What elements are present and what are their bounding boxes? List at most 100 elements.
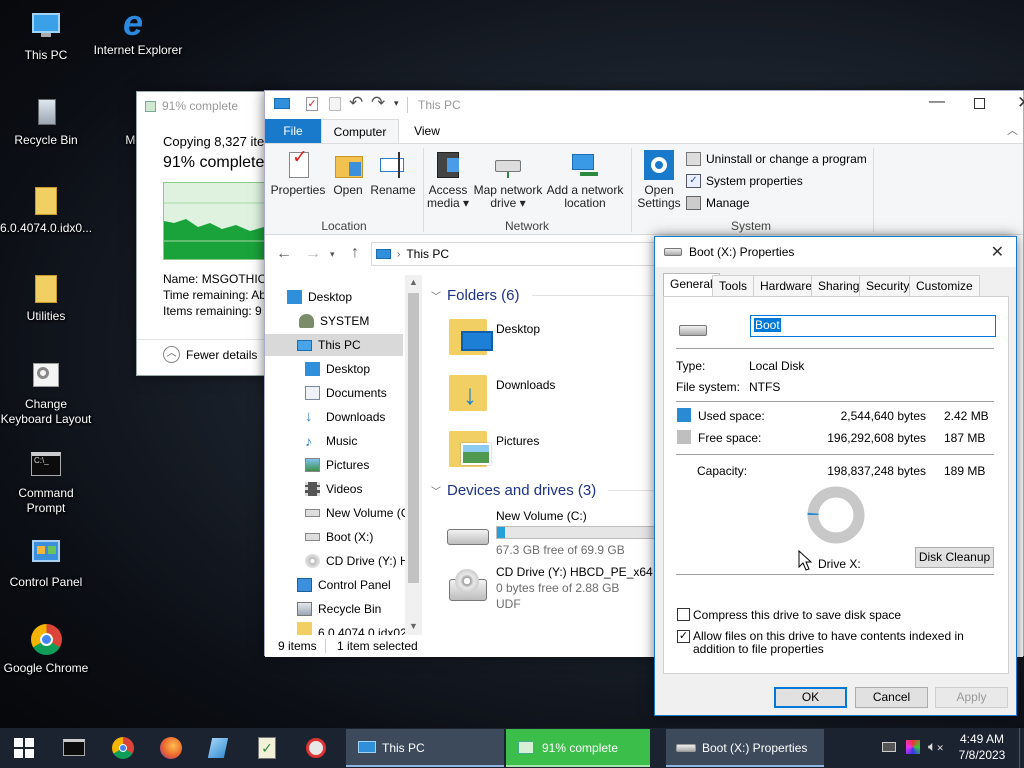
folder-tile-desktop[interactable]: Desktop bbox=[449, 313, 649, 363]
taskbar-app-tools[interactable] bbox=[292, 728, 340, 768]
start-button[interactable] bbox=[0, 728, 48, 768]
properties-button[interactable]: ✓ Properties bbox=[269, 148, 327, 197]
tray-network-icon[interactable] bbox=[882, 742, 896, 752]
nav-item-videos[interactable]: Videos bbox=[305, 478, 362, 500]
desktop-icon-change-keyboard-layout[interactable]: Change Keyboard Layout bbox=[0, 359, 92, 427]
taskbar-task-this-pc[interactable]: This PC bbox=[346, 729, 504, 767]
tab-file[interactable]: File bbox=[265, 119, 321, 144]
undo-icon[interactable]: ↶ bbox=[349, 93, 363, 113]
hard-drive-icon bbox=[305, 509, 320, 517]
map-network-drive-button[interactable]: Map network drive ▾ bbox=[471, 150, 545, 210]
rename-button[interactable]: Rename bbox=[369, 150, 417, 197]
desktop-icon-command-prompt[interactable]: C:\_ Command Prompt bbox=[0, 448, 92, 516]
compress-checkbox[interactable] bbox=[677, 608, 690, 621]
desktop-icon-utilities[interactable]: Utilities bbox=[0, 271, 92, 324]
scroll-up-icon[interactable]: ▲ bbox=[409, 277, 418, 287]
desktop-icon-recycle-bin[interactable]: Recycle Bin bbox=[0, 95, 92, 148]
recent-locations-icon[interactable]: ▾ bbox=[330, 249, 335, 260]
tab-computer[interactable]: Computer bbox=[321, 119, 399, 144]
open-button[interactable]: Open bbox=[327, 150, 369, 197]
redo-icon[interactable]: ↷ bbox=[371, 93, 385, 113]
maximize-button[interactable] bbox=[974, 98, 985, 109]
index-checkbox[interactable]: ✓ bbox=[677, 630, 690, 643]
ok-button[interactable]: OK bbox=[774, 687, 847, 708]
nav-item-new-volume-c[interactable]: New Volume (C bbox=[305, 502, 409, 524]
folders-group-header[interactable]: ﹀ Folders (6) bbox=[431, 287, 682, 304]
drive-tile-new-volume-c[interactable]: New Volume (C:) 67.3 GB free of 69.9 GB bbox=[445, 509, 686, 561]
qat-dropdown-icon[interactable]: ▾ bbox=[394, 98, 399, 109]
tab-view[interactable]: View bbox=[399, 119, 455, 143]
uninstall-program-button[interactable]: Uninstall or change a program bbox=[686, 152, 867, 166]
group-label-network: Network bbox=[504, 219, 549, 233]
drives-group-header[interactable]: ﹀ Devices and drives (3) bbox=[431, 482, 669, 499]
uninstall-label: Uninstall or change a program bbox=[706, 152, 867, 166]
manage-button[interactable]: Manage bbox=[686, 196, 749, 210]
tab-security[interactable]: Security bbox=[859, 275, 917, 296]
nav-item-downloads[interactable]: ↓ Downloads bbox=[305, 406, 385, 428]
taskbar-app-notepad[interactable]: ✓ bbox=[244, 728, 288, 768]
taskbar-firefox[interactable] bbox=[148, 728, 192, 768]
show-desktop-button[interactable] bbox=[1019, 728, 1024, 768]
desktop-icon-control-panel[interactable]: Control Panel bbox=[0, 537, 92, 590]
minimize-button[interactable]: — bbox=[929, 93, 945, 111]
system-properties-button[interactable]: ✓ System properties bbox=[686, 174, 803, 188]
up-arrow-icon[interactable]: ↑ bbox=[351, 244, 359, 262]
nav-item-idx-folder[interactable]: 6.0.4074.0.idx02 bbox=[297, 622, 407, 635]
scroll-thumb[interactable] bbox=[408, 293, 419, 583]
disk-cleanup-button[interactable]: Disk Cleanup bbox=[915, 547, 994, 568]
nav-item-documents[interactable]: Documents bbox=[305, 382, 387, 404]
nav-scrollbar[interactable]: ▲ ▼ bbox=[405, 275, 422, 635]
taskbar-command-prompt[interactable] bbox=[52, 728, 96, 768]
map-network-drive-label: Map network drive ▾ bbox=[473, 183, 543, 210]
taskbar-task-copy-progress[interactable]: 91% complete bbox=[506, 729, 650, 767]
drive-name-input[interactable]: Boot bbox=[750, 315, 996, 337]
apply-button[interactable]: Apply bbox=[935, 687, 1008, 708]
forward-arrow-icon[interactable]: → bbox=[305, 245, 321, 263]
taskbar-chrome[interactable] bbox=[100, 728, 144, 768]
nav-item-this-pc[interactable]: This PC bbox=[297, 334, 361, 356]
nav-item-desktop[interactable]: Desktop bbox=[305, 358, 370, 380]
folder-tile-pictures[interactable]: Pictures bbox=[449, 425, 649, 475]
tab-customize[interactable]: Customize bbox=[909, 275, 980, 296]
scroll-down-icon[interactable]: ▼ bbox=[409, 621, 418, 631]
nav-item-control-panel[interactable]: Control Panel bbox=[297, 574, 391, 596]
taskbar-task-boot-properties[interactable]: Boot (X:) Properties bbox=[666, 729, 824, 767]
add-network-location-button[interactable]: Add a network location bbox=[545, 150, 625, 210]
desktop-icon-google-chrome[interactable]: Google Chrome bbox=[0, 623, 92, 676]
taskbar-app-blue[interactable] bbox=[196, 728, 240, 768]
properties-titlebar[interactable]: Boot (X:) Properties ✕ bbox=[655, 237, 1016, 267]
ribbon-collapse-icon[interactable]: ︿ bbox=[1007, 122, 1018, 138]
tab-hardware[interactable]: Hardware bbox=[753, 275, 820, 296]
command-prompt-icon: C:\_ bbox=[29, 448, 63, 482]
back-arrow-icon[interactable]: ← bbox=[276, 245, 292, 263]
close-button[interactable]: ✕ bbox=[1017, 93, 1024, 113]
nav-item-cd-drive-y[interactable]: CD Drive (Y:) H bbox=[305, 550, 409, 572]
desktop-icon-this-pc[interactable]: This PC bbox=[0, 10, 92, 63]
folder-tile-downloads[interactable]: ↓ Downloads bbox=[449, 369, 649, 419]
tray-volume-muted-icon[interactable]: 🔈︎✕ bbox=[928, 738, 944, 755]
drive-tile-cd-drive-y[interactable]: CD Drive (Y:) HBCD_PE_x64 0 bytes free o… bbox=[445, 565, 685, 621]
zip-folder-icon bbox=[29, 183, 63, 217]
open-settings-button[interactable]: Open Settings bbox=[635, 150, 683, 210]
nav-item-boot-x[interactable]: Boot (X:) bbox=[305, 526, 373, 548]
access-media-button[interactable]: Access media ▾ bbox=[425, 150, 471, 210]
tray-clock[interactable]: 4:49 AM 7/8/2023 bbox=[950, 731, 1014, 763]
cancel-button[interactable]: Cancel bbox=[855, 687, 928, 708]
nav-item-desktop-root[interactable]: Desktop bbox=[287, 286, 352, 308]
nav-item-system-user[interactable]: SYSTEM bbox=[299, 310, 369, 332]
tray-color-app-icon[interactable] bbox=[906, 740, 920, 754]
properties-check-icon[interactable]: ✓ bbox=[306, 97, 318, 111]
nav-item-pictures[interactable]: Pictures bbox=[305, 454, 369, 476]
fewer-details-button[interactable]: ︿ Fewer details bbox=[163, 346, 257, 363]
copy-dialog-titlebar[interactable]: 91% complete bbox=[137, 92, 275, 120]
desktop-icon-idx-folder[interactable]: 6.0.4074.0.idx0... bbox=[0, 183, 92, 236]
copy-dialog-title: 91% complete bbox=[162, 99, 239, 113]
tab-tools[interactable]: Tools bbox=[712, 275, 755, 296]
desktop-icon-internet-explorer[interactable]: e Internet Explorer bbox=[92, 5, 184, 58]
close-icon[interactable]: ✕ bbox=[991, 242, 1004, 262]
new-page-icon[interactable] bbox=[329, 97, 341, 111]
nav-item-music[interactable]: ♪ Music bbox=[305, 430, 357, 452]
address-bar[interactable]: › This PC bbox=[371, 242, 671, 266]
nav-item-recycle-bin[interactable]: Recycle Bin bbox=[297, 598, 381, 620]
explorer-titlebar[interactable]: ✓ ↶ ↷ ▾ This PC — ✕ bbox=[265, 91, 1024, 119]
